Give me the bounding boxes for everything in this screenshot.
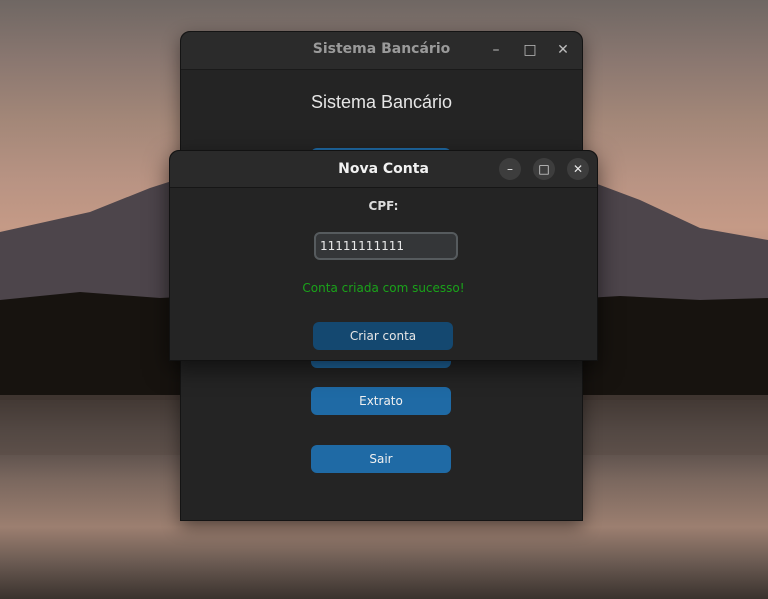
dialog-maximize-icon[interactable]: □ [533,158,555,180]
cpf-input[interactable] [314,232,458,260]
dialog-titlebar: Nova Conta – □ ✕ [170,151,597,188]
dialog-minimize-icon[interactable]: – [499,158,521,180]
main-titlebar: Sistema Bancário – □ ✕ [181,32,582,70]
create-account-button[interactable]: Criar conta [313,322,453,350]
success-message: Conta criada com sucesso! [302,281,465,295]
extrato-button[interactable]: Extrato [311,387,451,415]
main-heading: Sistema Bancário [310,92,453,112]
main-minimize-icon[interactable]: – [487,41,505,59]
main-maximize-icon[interactable]: □ [521,41,539,59]
dialog-close-icon[interactable]: ✕ [567,158,589,180]
sair-button[interactable]: Sair [311,445,451,473]
cpf-label: CPF: [368,199,399,213]
nova-conta-dialog: Nova Conta – □ ✕ CPF: Conta criada com s… [169,150,598,361]
main-close-icon[interactable]: ✕ [554,41,572,59]
